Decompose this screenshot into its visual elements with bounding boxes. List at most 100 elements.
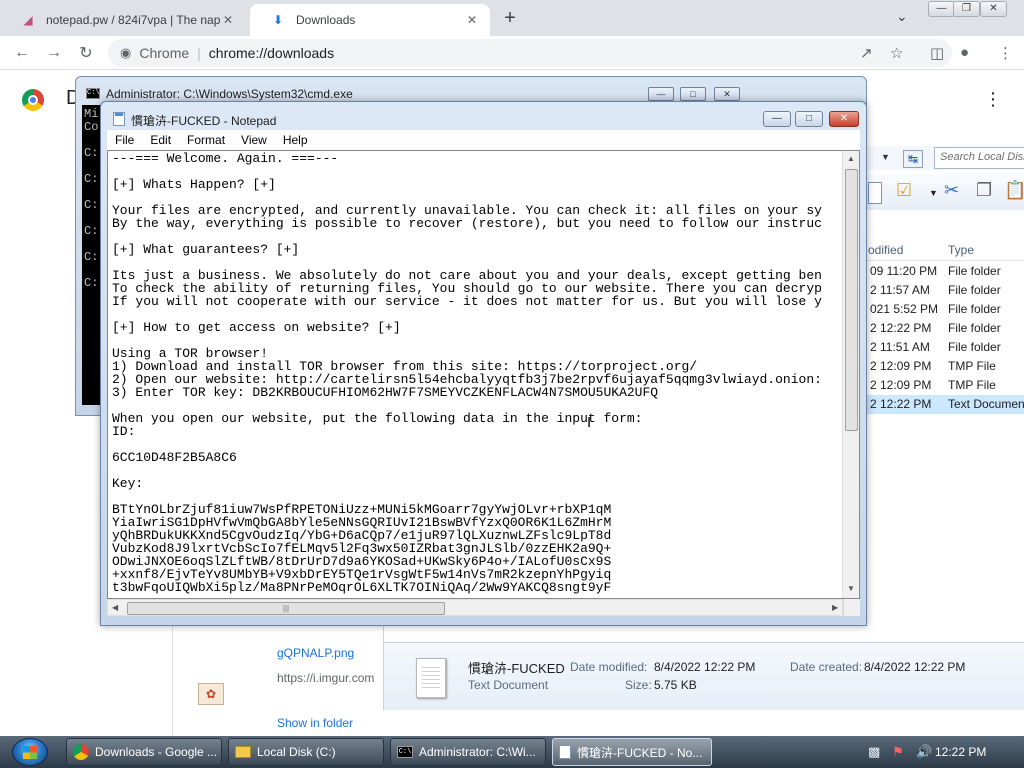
clipboard-icon[interactable]: 📋	[1004, 180, 1024, 201]
volume-icon[interactable]: 🔊	[916, 744, 932, 760]
details-file-name: 慣瑲泋-FUCKED	[468, 661, 565, 676]
date-modified-value: 8/4/2022 12:22 PM	[654, 660, 756, 674]
taskbar-item-notepad[interactable]: 慣瑲泋-FUCKED - No...	[552, 738, 712, 766]
row-modified: 2 12:22 PM	[870, 321, 932, 335]
text-document-icon	[416, 658, 446, 698]
back-button[interactable]: ←	[10, 41, 34, 65]
vertical-scrollbar[interactable]: ▲ ▼	[842, 151, 859, 598]
minimize-button[interactable]: —	[648, 87, 674, 101]
restore-button[interactable]: ❐	[953, 1, 980, 17]
menu-file[interactable]: File	[107, 133, 142, 147]
maximize-button[interactable]: □	[795, 111, 823, 127]
chevron-down-icon[interactable]: ▼	[881, 152, 890, 162]
chrome-badge-label: Chrome	[139, 45, 190, 61]
menu-edit[interactable]: Edit	[142, 133, 179, 147]
taskbar-item-explorer[interactable]: Local Disk (C:)	[228, 738, 384, 766]
chevron-down-icon[interactable]: ⌄	[896, 8, 908, 25]
more-actions-icon[interactable]: ⋮	[984, 89, 1002, 110]
url-text: chrome://downloads	[208, 45, 335, 61]
taskbar-item-label: Downloads - Google ...	[95, 745, 218, 759]
address-bar[interactable]: ◉ Chrome | chrome://downloads	[108, 39, 952, 67]
share-icon[interactable]: ↗	[860, 44, 873, 62]
taskbar-item-cmd[interactable]: C:\ Administrator: C:\Wi...	[390, 738, 546, 766]
tab-notepad-pw[interactable]: ◢ notepad.pw / 824i7vpa | The nap ✕	[0, 4, 246, 36]
notepad-window: 慣瑲泋-FUCKED - Notepad — □ ✕ File Edit For…	[100, 101, 867, 626]
file-row[interactable]: 2 11:51 AM File folder	[864, 338, 1024, 357]
reload-button[interactable]: ↻	[74, 41, 98, 65]
taskbar-item-label: Administrator: C:\Wi...	[419, 745, 536, 759]
taskbar-clock[interactable]: 12:22 PM	[935, 745, 986, 759]
close-window-button[interactable]: ✕	[980, 1, 1007, 17]
row-type: File folder	[948, 264, 1001, 278]
column-date-modified[interactable]: odified	[868, 243, 903, 257]
row-type: File folder	[948, 340, 1001, 354]
scroll-left-icon[interactable]: ◀	[112, 603, 118, 612]
notepad-pw-favicon-icon: ◢	[23, 13, 33, 27]
details-file-kind: Text Document	[468, 678, 549, 692]
search-input[interactable]: Search Local Disk	[934, 147, 1024, 169]
date-modified-label: Date modified:	[570, 660, 648, 674]
horizontal-scroll-thumb[interactable]: |||	[127, 602, 445, 615]
tab-title: Downloads	[296, 13, 356, 27]
browser-toolbar: ← → ↻ ◉ Chrome | chrome://downloads ↗ ☆ …	[0, 36, 1024, 70]
properties-check-icon[interactable]: ☑	[896, 180, 912, 201]
close-icon[interactable]: ✕	[220, 12, 236, 28]
menu-format[interactable]: Format	[179, 133, 233, 147]
forward-button[interactable]: →	[42, 41, 66, 65]
taskbar-item-chrome[interactable]: Downloads - Google ...	[66, 738, 222, 766]
file-row[interactable]: 2 12:09 PM TMP File	[864, 376, 1024, 395]
row-modified: 2 11:57 AM	[870, 283, 930, 297]
file-row-selected[interactable]: 2 12:22 PM Text Documen	[864, 395, 1024, 414]
new-tab-button[interactable]: +	[498, 6, 522, 30]
browser-tab-strip: ◢ notepad.pw / 824i7vpa | The nap ✕ ⬇ Do…	[0, 0, 1024, 36]
bookmark-star-icon[interactable]: ☆	[890, 44, 903, 62]
file-row[interactable]: 2 11:57 AM File folder	[864, 281, 1024, 300]
file-row[interactable]: 2 12:09 PM TMP File	[864, 357, 1024, 376]
ransom-note-text[interactable]: ---=== Welcome. Again. ===--- [+] Whats …	[112, 152, 840, 596]
chevron-down-icon[interactable]: ▼	[929, 188, 938, 198]
download-icon: ⬇	[272, 13, 284, 27]
vertical-scroll-thumb[interactable]	[845, 169, 858, 431]
column-type[interactable]: Type	[948, 243, 974, 257]
scroll-right-icon[interactable]: ▶	[832, 603, 838, 612]
close-window-button[interactable]: ✕	[714, 87, 740, 101]
file-row[interactable]: 2 12:22 PM File folder	[864, 319, 1024, 338]
menu-view[interactable]: View	[233, 133, 275, 147]
date-created-value: 8/4/2022 12:22 PM	[864, 660, 966, 674]
notepad-editor[interactable]: ---=== Welcome. Again. ===--- [+] Whats …	[107, 150, 860, 599]
horizontal-scrollbar[interactable]: ◀ ||| ▶	[107, 599, 843, 616]
close-icon[interactable]: ✕	[464, 12, 480, 28]
action-center-flag-icon[interactable]: ⚑	[892, 744, 904, 760]
chrome-logo-icon	[22, 89, 44, 111]
minimize-button[interactable]: —	[763, 111, 791, 127]
tab-downloads[interactable]: ⬇ Downloads ✕	[250, 4, 490, 36]
start-button[interactable]	[12, 738, 48, 766]
browser-menu-icon[interactable]: ⋮	[998, 44, 1013, 62]
tab-title: notepad.pw / 824i7vpa | The nap	[46, 13, 220, 27]
profile-avatar-icon[interactable]: ●	[960, 44, 969, 61]
taskbar: Downloads - Google ... Local Disk (C:) C…	[0, 736, 1024, 768]
paste-area-icon[interactable]	[868, 182, 882, 204]
resize-grip[interactable]	[844, 599, 860, 616]
cut-icon[interactable]: ✂	[944, 180, 959, 201]
row-type: File folder	[948, 302, 1001, 316]
ibeam-cursor-icon: I	[587, 414, 592, 431]
show-in-folder-link[interactable]: Show in folder	[277, 716, 353, 730]
menu-help[interactable]: Help	[275, 133, 316, 147]
row-modified: 2 12:09 PM	[870, 378, 932, 392]
image-file-icon: ✿	[198, 683, 224, 705]
refresh-button[interactable]: ↹	[903, 150, 923, 168]
scroll-down-icon[interactable]: ▼	[847, 584, 855, 593]
notepad-menubar: File Edit Format View Help	[107, 130, 860, 150]
side-panel-icon[interactable]: ◫	[930, 44, 944, 62]
file-row[interactable]: 09 11:20 PM File folder	[864, 262, 1024, 281]
network-icon[interactable]: ▩	[868, 744, 880, 760]
minimize-button[interactable]: —	[928, 1, 955, 17]
download-file-name[interactable]: gQPNALP.png	[277, 646, 354, 660]
close-window-button[interactable]: ✕	[829, 111, 859, 127]
scroll-up-icon[interactable]: ▲	[847, 154, 855, 163]
maximize-button[interactable]: □	[680, 87, 706, 101]
file-row[interactable]: 021 5:52 PM File folder	[864, 300, 1024, 319]
size-label: Size:	[625, 678, 652, 692]
copy-icon[interactable]: ❐	[976, 180, 992, 201]
